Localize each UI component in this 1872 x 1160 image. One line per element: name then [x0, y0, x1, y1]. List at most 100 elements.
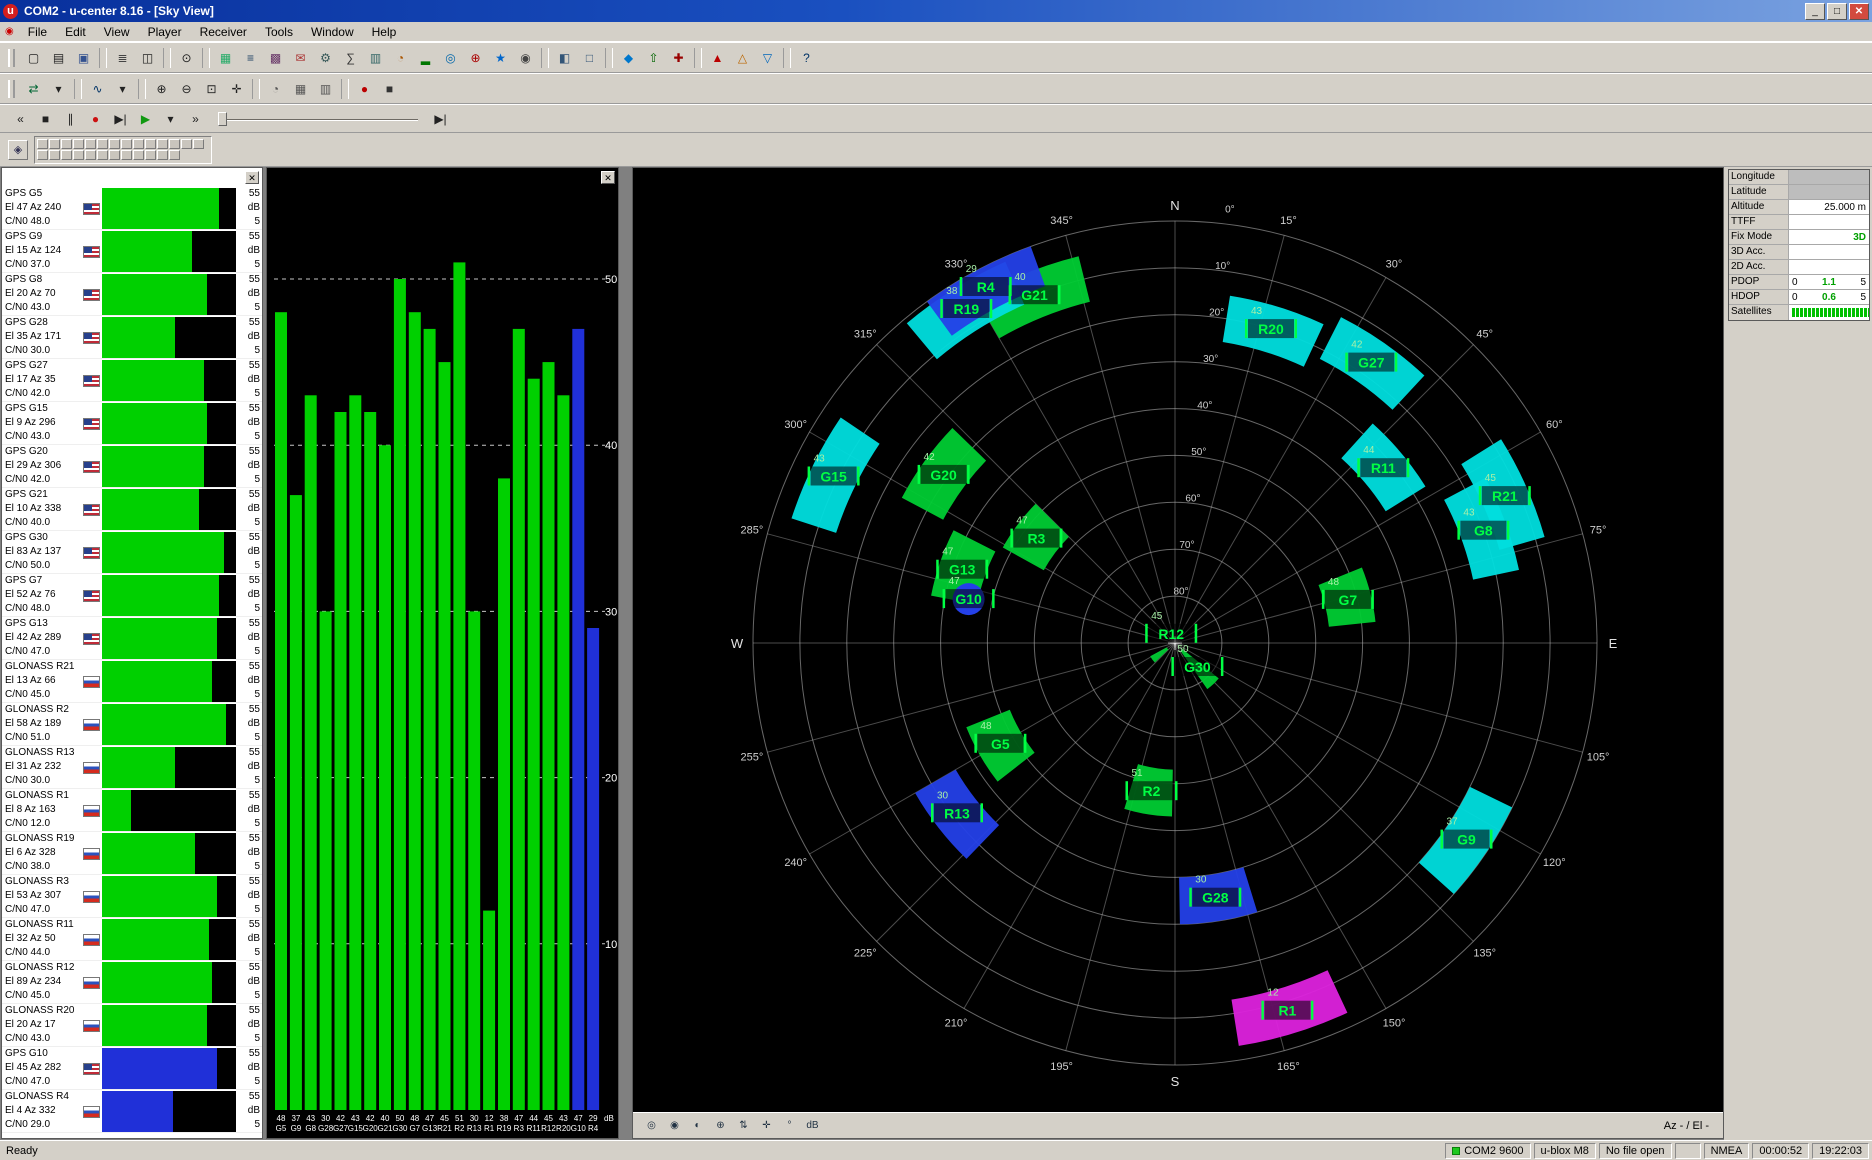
- stop-button[interactable]: ■: [33, 107, 58, 131]
- satellite-row-r21[interactable]: GLONASS R21El 13 Az 66C/N0 45.055dB5: [2, 660, 262, 703]
- dock-cell[interactable]: [169, 150, 180, 160]
- satellite-row-g30[interactable]: GPS G30El 83 Az 137C/N0 50.055dB5: [2, 531, 262, 574]
- elevation-mask-icon[interactable]: ◐: [687, 1116, 708, 1136]
- menu-player[interactable]: Player: [139, 24, 191, 40]
- pause-button[interactable]: ∥: [58, 107, 83, 131]
- dock-cell[interactable]: [73, 139, 84, 149]
- dock-cell[interactable]: [109, 150, 120, 160]
- satellite-row-r11[interactable]: GLONASS R11El 32 Az 50C/N0 44.055dB5: [2, 918, 262, 961]
- dock-cell[interactable]: [193, 139, 204, 149]
- table-view-icon[interactable]: ▥: [363, 46, 388, 70]
- satellite-row-r3[interactable]: GLONASS R3El 53 Az 307C/N0 47.055dB5: [2, 875, 262, 918]
- chart-panel-close-button[interactable]: ✕: [601, 171, 615, 184]
- north-up-icon[interactable]: ⇅: [733, 1116, 754, 1136]
- zoom-in-icon[interactable]: ⊕: [149, 77, 174, 101]
- fullscreen-icon[interactable]: □: [577, 46, 602, 70]
- statistic-view-icon[interactable]: ∑: [338, 46, 363, 70]
- dock-cell[interactable]: [37, 150, 48, 160]
- dock-cell[interactable]: [61, 139, 72, 149]
- satellite-row-r2[interactable]: GLONASS R2El 58 Az 189C/N0 51.055dB5: [2, 703, 262, 746]
- satellite-row-g15[interactable]: GPS G15El 9 Az 296C/N0 43.055dB5: [2, 402, 262, 445]
- dock-cell[interactable]: [181, 139, 192, 149]
- satellite-row-g13[interactable]: GPS G13El 42 Az 289C/N0 47.055dB5: [2, 617, 262, 660]
- minimize-button[interactable]: _: [1805, 3, 1825, 20]
- play-button[interactable]: ▶: [133, 107, 158, 131]
- zoom-fit-icon[interactable]: ⊡: [199, 77, 224, 101]
- stop-log-icon[interactable]: ■: [377, 77, 402, 101]
- dock-cell[interactable]: [121, 139, 132, 149]
- dock-cell[interactable]: [37, 139, 48, 149]
- dock-cell[interactable]: [157, 139, 168, 149]
- dock-cell[interactable]: [97, 150, 108, 160]
- tools-icon[interactable]: ✚: [666, 46, 691, 70]
- dock-cell[interactable]: [157, 150, 168, 160]
- close-button[interactable]: ✕: [1849, 3, 1869, 20]
- histogram-view-icon[interactable]: ▂: [413, 46, 438, 70]
- dock-cell[interactable]: [133, 150, 144, 160]
- coldstart-icon[interactable]: ▽: [755, 46, 780, 70]
- legend-toggle-icon[interactable]: ▥: [313, 77, 338, 101]
- deviation-map-icon[interactable]: ⊕: [463, 46, 488, 70]
- play-speed-dropdown[interactable]: ▾: [158, 107, 183, 131]
- firmware-update-icon[interactable]: ⇧: [641, 46, 666, 70]
- satellite-row-g10[interactable]: GPS G10El 45 Az 282C/N0 47.055dB5: [2, 1047, 262, 1090]
- open-file-icon[interactable]: ▤: [46, 46, 71, 70]
- sky-view-icon[interactable]: ★: [488, 46, 513, 70]
- dock-cell[interactable]: [109, 139, 120, 149]
- menu-window[interactable]: Window: [302, 24, 363, 40]
- satellite-row-g9[interactable]: GPS G9El 15 Az 124C/N0 37.055dB5: [2, 230, 262, 273]
- record-button[interactable]: ●: [83, 107, 108, 131]
- google-earth-icon[interactable]: ◆: [616, 46, 641, 70]
- zoom-out-icon[interactable]: ⊖: [174, 77, 199, 101]
- map-view-icon[interactable]: ◎: [438, 46, 463, 70]
- satellite-row-g28[interactable]: GPS G28El 35 Az 171C/N0 30.055dB5: [2, 316, 262, 359]
- fast-forward-button[interactable]: »: [183, 107, 208, 131]
- satellite-row-g27[interactable]: GPS G27El 17 Az 35C/N0 42.055dB5: [2, 359, 262, 402]
- dock-strip-button[interactable]: ◈: [8, 140, 28, 160]
- warmstart-icon[interactable]: △: [730, 46, 755, 70]
- dock-cell[interactable]: [85, 139, 96, 149]
- satellite-row-g7[interactable]: GPS G7El 52 Az 76C/N0 48.055dB5: [2, 574, 262, 617]
- dock-cell[interactable]: [85, 150, 96, 160]
- hotstart-icon[interactable]: ▲: [705, 46, 730, 70]
- satellite-row-g8[interactable]: GPS G8El 20 Az 70C/N0 43.055dB5: [2, 273, 262, 316]
- menu-receiver[interactable]: Receiver: [191, 24, 256, 40]
- dock-cell[interactable]: [169, 139, 180, 149]
- menu-edit[interactable]: Edit: [56, 24, 95, 40]
- polar-grid-icon[interactable]: ◎: [641, 1116, 662, 1136]
- satellite-row-r20[interactable]: GLONASS R20El 20 Az 17C/N0 43.055dB5: [2, 1004, 262, 1047]
- satellite-row-g21[interactable]: GPS G21El 10 Az 338C/N0 40.055dB5: [2, 488, 262, 531]
- skip-to-start-button[interactable]: «: [8, 107, 33, 131]
- satellite-row-r19[interactable]: GLONASS R19El 6 Az 328C/N0 38.055dB5: [2, 832, 262, 875]
- docking-windows-icon[interactable]: ◧: [552, 46, 577, 70]
- baudrate-icon[interactable]: ∿: [85, 77, 110, 101]
- satellite-row-g20[interactable]: GPS G20El 29 Az 306C/N0 42.055dB5: [2, 445, 262, 488]
- save-file-icon[interactable]: ▣: [71, 46, 96, 70]
- menu-file[interactable]: File: [19, 24, 56, 40]
- baudrate-dropdown[interactable]: ▾: [110, 77, 135, 101]
- dock-cell[interactable]: [121, 150, 132, 160]
- maximize-button[interactable]: □: [1827, 3, 1847, 20]
- dock-cell[interactable]: [73, 150, 84, 160]
- new-file-icon[interactable]: ▢: [21, 46, 46, 70]
- camera-view-icon[interactable]: ◉: [513, 46, 538, 70]
- port-dropdown[interactable]: ▾: [46, 77, 71, 101]
- satellite-row-r4[interactable]: GLONASS R4El 4 Az 332C/N0 29.055dB5: [2, 1090, 262, 1133]
- satellite-panel-close-button[interactable]: ✕: [245, 171, 259, 184]
- dock-cell[interactable]: [97, 139, 108, 149]
- chart-view-icon[interactable]: ◔: [388, 46, 413, 70]
- menu-help[interactable]: Help: [363, 24, 406, 40]
- menu-tools[interactable]: Tools: [256, 24, 302, 40]
- degrees-toggle-icon[interactable]: °: [779, 1116, 800, 1136]
- menu-view[interactable]: View: [95, 24, 139, 40]
- messages-view-icon[interactable]: ✉: [288, 46, 313, 70]
- satellite-row-r1[interactable]: GLONASS R1El 8 Az 163C/N0 12.055dB5: [2, 789, 262, 832]
- player-position-slider[interactable]: [218, 110, 418, 128]
- receiver-connect-icon[interactable]: ⇄: [21, 77, 46, 101]
- chart-style-icon[interactable]: ◔: [263, 77, 288, 101]
- dock-cell[interactable]: [145, 150, 156, 160]
- pan-icon[interactable]: ✛: [224, 77, 249, 101]
- cn0-toggle-icon[interactable]: dB: [802, 1116, 823, 1136]
- binary-console-icon[interactable]: ▩: [263, 46, 288, 70]
- skip-to-end-button[interactable]: ▶|: [428, 107, 453, 131]
